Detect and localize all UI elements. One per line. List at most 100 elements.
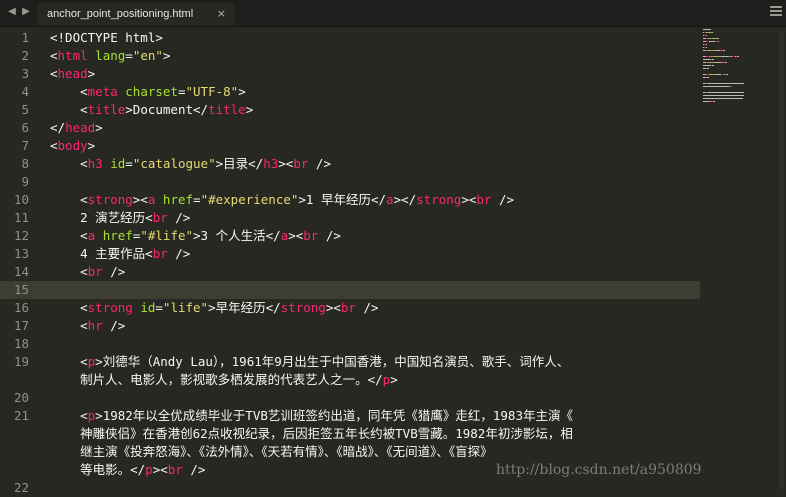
code-token: >Document</ <box>125 102 209 117</box>
code-token: "#life" <box>140 228 194 243</box>
line-number: 9 <box>21 174 29 189</box>
code-token: > <box>162 48 171 63</box>
code-line[interactable]: <head> <box>50 65 95 83</box>
code-token: "life" <box>162 300 209 315</box>
code-token: /> <box>318 228 341 243</box>
minimap-line <box>703 59 711 60</box>
tab-back-arrow-icon[interactable]: ◀ <box>6 5 18 19</box>
tab-forward-arrow-icon[interactable]: ▶ <box>20 5 32 19</box>
code-line[interactable]: 神雕侠侣》在香港创62点收视纪录，后因拒签五年长约被TVB雪藏。1982年初涉影… <box>50 425 573 443</box>
minimap-line <box>707 68 709 69</box>
minimap-line <box>715 56 722 57</box>
code-token: ></ <box>393 192 417 207</box>
code-token: hr <box>87 318 103 333</box>
code-token: 等电影。</ <box>50 462 146 477</box>
code-token: < <box>50 84 88 99</box>
minimap-line <box>707 92 744 93</box>
file-tab-title: anchor_point_positioning.html <box>47 8 194 20</box>
code-token: < <box>50 156 88 171</box>
close-tab-icon[interactable]: × <box>217 2 226 26</box>
code-token: /> <box>491 192 515 207</box>
minimap-line <box>706 35 707 36</box>
code-line[interactable]: <!DOCTYPE html> <box>50 29 163 47</box>
code-line[interactable]: <p>1982年以全优成绩毕业于TVB艺训班签约出道，同年凭《猎鹰》走红，198… <box>50 407 573 425</box>
code-token: head <box>65 120 96 135</box>
code-token: h3 <box>87 156 103 171</box>
code-line[interactable]: 等电影。</p><br /> <box>50 461 205 479</box>
code-line[interactable]: <a href="#life">3 个人生活</a><br /> <box>50 227 341 245</box>
minimap-line <box>706 47 707 48</box>
menu-icon[interactable] <box>770 6 782 18</box>
code-token: < <box>50 354 88 369</box>
code-token: > <box>87 138 96 153</box>
line-number: 8 <box>21 156 29 171</box>
code-token: >目录</ <box>215 156 264 171</box>
code-token: >1982年以全优成绩毕业于TVB艺训班签约出道，同年凭《猎鹰》走红，1983年… <box>95 408 573 423</box>
code-line[interactable]: <strong id="life">早年经历</strong><br /> <box>50 299 378 317</box>
code-token: strong <box>280 300 326 315</box>
minimap-line <box>722 56 729 57</box>
code-token: >< <box>132 192 148 207</box>
code-token: /> <box>182 462 206 477</box>
code-line[interactable]: <meta charset="UTF-8"> <box>50 83 246 101</box>
file-tab[interactable]: anchor_point_positioning.html × <box>38 2 234 26</box>
code-token: br <box>87 264 103 279</box>
line-number: 15 <box>13 282 29 297</box>
code-token: /> <box>167 210 191 225</box>
line-number <box>0 425 29 443</box>
line-number-gutter: 1 2 3 4 5 6 7 8 9 10 11 12 13 14 15 16 17 18 19 20 21 22 <box>0 27 38 495</box>
code-line[interactable]: <html lang="en"> <box>50 47 170 65</box>
watermark: http://blog.csdn.net/a950809 <box>496 462 702 478</box>
minimap-line <box>703 98 743 99</box>
code-line[interactable]: <strong><a href="#experience">1 早年经历</a>… <box>50 191 514 209</box>
minimap-line <box>707 77 709 78</box>
code-token: strong <box>416 192 462 207</box>
code-token: >< <box>288 228 304 243</box>
code-token: = <box>125 156 133 171</box>
code-token: = <box>125 48 133 63</box>
code-token: br <box>167 462 183 477</box>
code-token: br <box>152 246 168 261</box>
code-token: br <box>293 156 309 171</box>
code-token: /> <box>167 246 191 261</box>
code-token: charset <box>125 84 178 99</box>
line-number: 3 <box>21 66 29 81</box>
code-line[interactable]: </head> <box>50 119 103 137</box>
code-token: 制片人、电影人，影视歌多栖发展的代表艺人之一。</ <box>50 372 383 387</box>
line-number: 22 <box>13 480 29 495</box>
minimap[interactable] <box>701 27 773 137</box>
minimap-line <box>726 74 728 75</box>
minimap-line <box>712 59 714 60</box>
code-line[interactable]: <br /> <box>50 263 125 281</box>
code-line[interactable]: 2 演艺经历<br /> <box>50 209 190 227</box>
line-number: 4 <box>21 84 29 99</box>
line-number: 6 <box>21 120 29 135</box>
code-line[interactable]: 继主演《投奔怒海》、《法外情》、《天若有情》、《暗战》、《无间道》、《盲探》 <box>50 443 493 461</box>
code-line[interactable]: <body> <box>50 137 95 155</box>
code-token: href <box>162 192 194 207</box>
code-token: "#experience" <box>200 192 299 207</box>
code-line[interactable]: 4 主要作品<br /> <box>50 245 190 263</box>
code-token: </ <box>50 120 66 135</box>
code-token: < <box>50 66 58 81</box>
code-line[interactable]: 制片人、电影人，影视歌多栖发展的代表艺人之一。</p> <box>50 371 398 389</box>
code-token: = <box>193 192 201 207</box>
minimap-line <box>718 41 719 42</box>
minimap-line <box>703 65 711 66</box>
line-number <box>0 443 29 461</box>
minimap-line <box>730 86 731 87</box>
line-number: 10 <box>13 192 29 207</box>
code-line[interactable]: <title>Document</title> <box>50 101 253 119</box>
code-token: /> <box>308 156 331 171</box>
code-line[interactable]: <h3 id="catalogue">目录</h3><br /> <box>50 155 331 173</box>
code-token: >< <box>325 300 341 315</box>
code-token: >< <box>461 192 477 207</box>
vertical-scrollbar[interactable] <box>779 30 784 490</box>
code-line[interactable]: <hr /> <box>50 317 125 335</box>
line-number: 21 <box>13 408 29 423</box>
code-line[interactable]: <p>刘德华（Andy Lau），1961年9月出生于中国香港，中国知名演员、歌… <box>50 353 569 371</box>
code-editor[interactable]: <!DOCTYPE html> <html lang="en"> <head> <m… <box>50 27 700 491</box>
code-token: 2 演艺经历< <box>50 210 153 225</box>
code-token: > <box>95 120 103 135</box>
